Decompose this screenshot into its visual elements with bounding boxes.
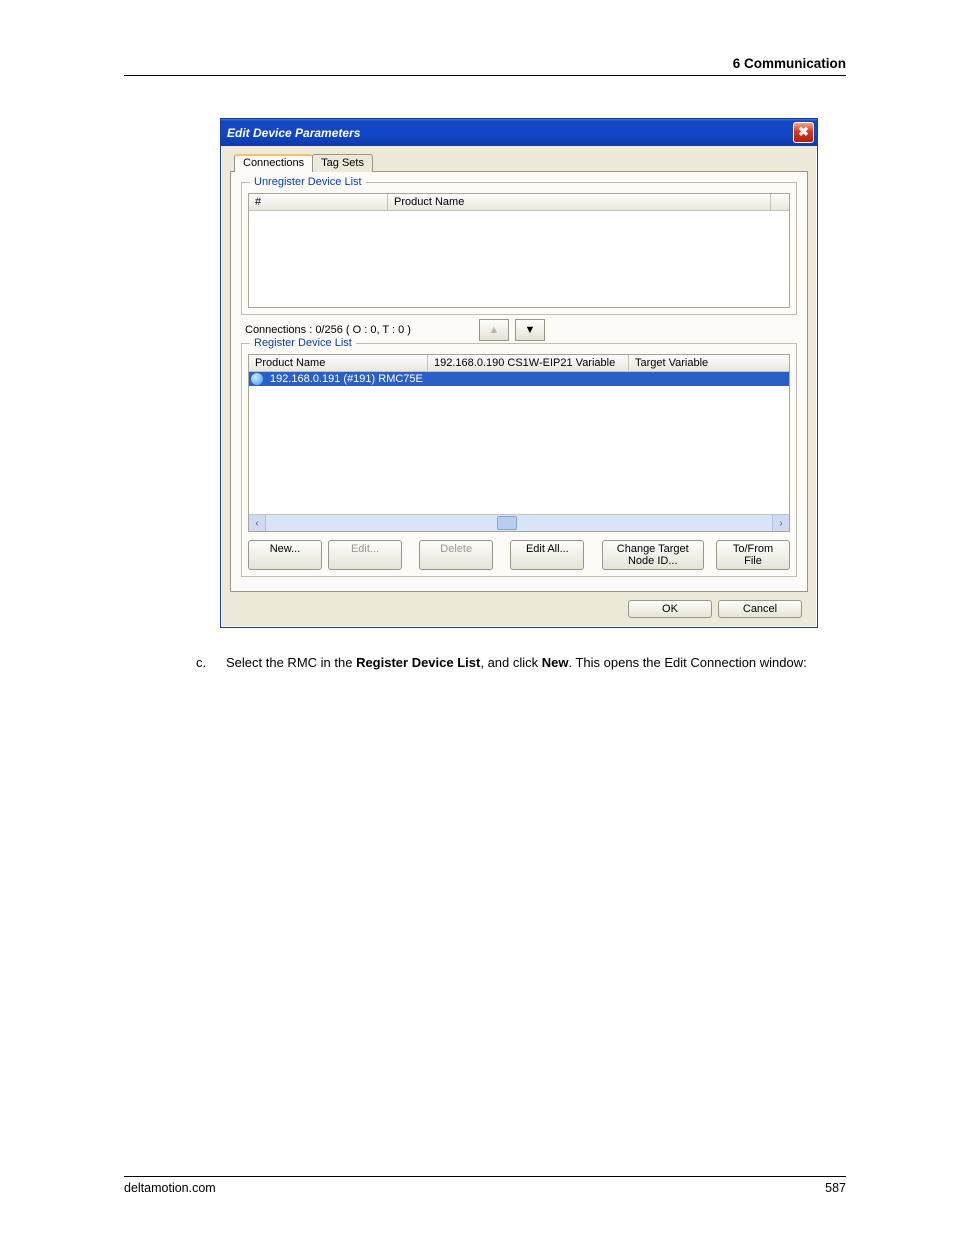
close-icon[interactable]: ✖ xyxy=(793,122,814,143)
window-title: Edit Device Parameters xyxy=(227,126,793,140)
manual-page: 6 Communication Edit Device Parameters ✖… xyxy=(0,0,954,1235)
instruction-step-c: c. Select the RMC in the Register Device… xyxy=(196,654,846,673)
tab-strip: Connections Tag Sets xyxy=(234,154,808,172)
edit-all-button[interactable]: Edit All... xyxy=(510,540,584,570)
register-buttons-row: New... Edit... Delete Edit All... Change… xyxy=(248,540,790,570)
connections-status-text: Connections : 0/256 ( O : 0, T : 0 ) xyxy=(245,324,411,336)
cancel-button[interactable]: Cancel xyxy=(718,600,802,618)
scroll-right-icon[interactable]: › xyxy=(772,515,789,531)
scroll-thumb[interactable] xyxy=(497,516,517,530)
page-number: 587 xyxy=(825,1181,846,1195)
scroll-left-icon[interactable]: ‹ xyxy=(249,515,266,531)
to-from-file-button[interactable]: To/From File xyxy=(716,540,790,570)
unregister-list-body[interactable] xyxy=(249,211,789,307)
move-down-button[interactable]: ▼ xyxy=(515,319,545,341)
arrow-up-icon: ▲ xyxy=(488,324,499,336)
device-icon xyxy=(251,373,263,385)
window-titlebar[interactable]: Edit Device Parameters ✖ xyxy=(221,119,817,146)
tab-panel-connections: Unregister Device List # Product Name Co… xyxy=(230,171,808,592)
horizontal-scrollbar[interactable]: ‹ › xyxy=(249,514,789,531)
header-rule xyxy=(124,75,846,76)
arrow-down-icon: ▼ xyxy=(524,324,535,336)
new-button[interactable]: New... xyxy=(248,540,322,570)
page-footer: deltamotion.com 587 xyxy=(124,1176,846,1195)
unregister-list-header: # Product Name xyxy=(249,194,789,211)
screenshot-container: Edit Device Parameters ✖ Connections Tag… xyxy=(220,118,818,628)
register-listview[interactable]: Product Name 192.168.0.190 CS1W-EIP21 Va… xyxy=(248,354,790,532)
edit-button[interactable]: Edit... xyxy=(328,540,402,570)
register-group-title: Register Device List xyxy=(250,337,356,349)
list-item[interactable]: 192.168.0.191 (#191) RMC75E xyxy=(249,372,789,386)
step-text: Select the RMC in the Register Device Li… xyxy=(226,654,807,673)
ok-button[interactable]: OK xyxy=(628,600,712,618)
col-spacer xyxy=(771,194,789,210)
unregister-group-title: Unregister Device List xyxy=(250,176,366,188)
tab-connections[interactable]: Connections xyxy=(234,154,313,172)
col-variable[interactable]: 192.168.0.190 CS1W-EIP21 Variable xyxy=(428,355,629,371)
window-client-area: Connections Tag Sets Unregister Device L… xyxy=(221,146,817,627)
footer-rule xyxy=(124,1176,846,1177)
col-hash[interactable]: # xyxy=(249,194,388,210)
register-list-body[interactable]: 192.168.0.191 (#191) RMC75E xyxy=(249,372,789,514)
tab-tagsets[interactable]: Tag Sets xyxy=(312,154,373,172)
delete-button[interactable]: Delete xyxy=(419,540,493,570)
col-product-name[interactable]: Product Name xyxy=(249,355,428,371)
register-device-groupbox: Register Device List Product Name 192.16… xyxy=(241,343,797,577)
edit-device-parameters-window: Edit Device Parameters ✖ Connections Tag… xyxy=(220,118,818,628)
col-target-variable[interactable]: Target Variable xyxy=(629,355,789,371)
move-up-button[interactable]: ▲ xyxy=(479,319,509,341)
footer-site: deltamotion.com xyxy=(124,1181,216,1195)
col-product-name[interactable]: Product Name xyxy=(388,194,771,210)
step-marker: c. xyxy=(196,654,226,673)
list-item-text: 192.168.0.191 (#191) RMC75E xyxy=(266,373,427,385)
running-head: 6 Communication xyxy=(124,56,846,75)
unregister-listview[interactable]: # Product Name xyxy=(248,193,790,308)
change-target-node-button[interactable]: Change Target Node ID... xyxy=(602,540,704,570)
register-list-header: Product Name 192.168.0.190 CS1W-EIP21 Va… xyxy=(249,355,789,372)
unregister-device-groupbox: Unregister Device List # Product Name xyxy=(241,182,797,315)
dialog-bottom-buttons: OK Cancel xyxy=(230,592,808,620)
move-buttons: ▲ ▼ xyxy=(479,319,545,341)
